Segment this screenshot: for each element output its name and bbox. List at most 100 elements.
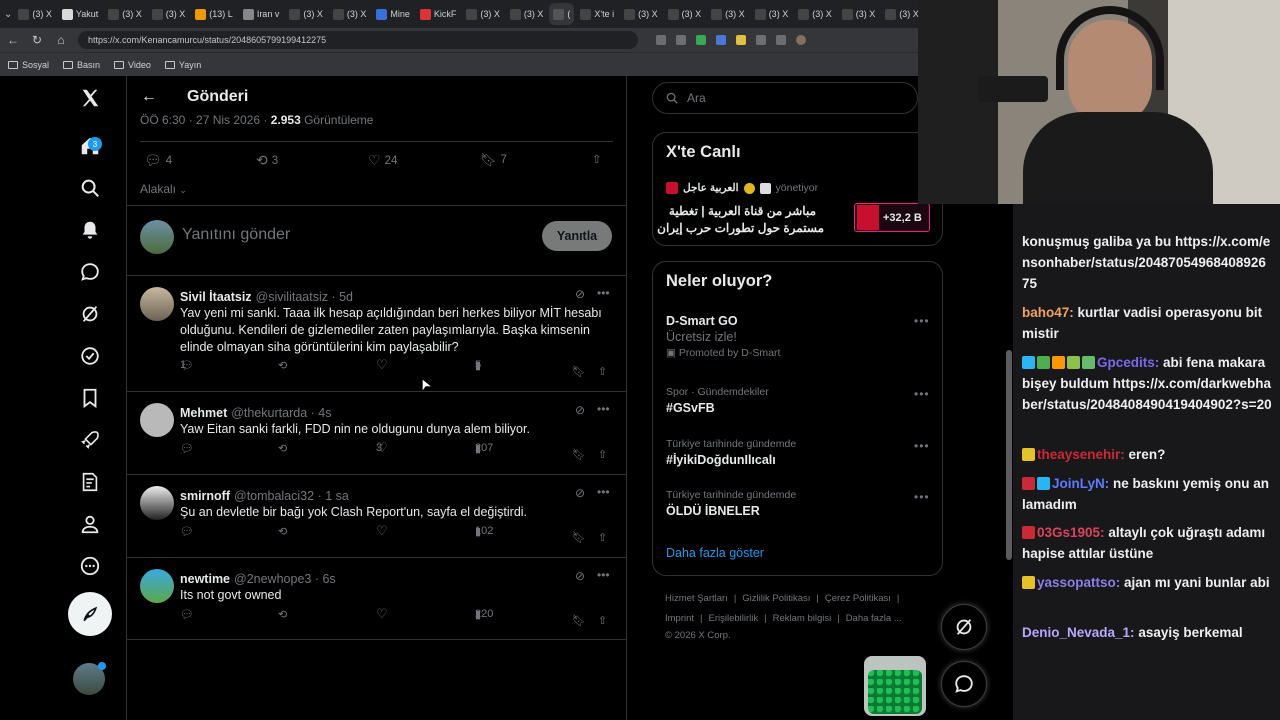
chat-username[interactable]: Denio_Nevada_1: (1022, 625, 1135, 640)
browser-tab[interactable]: ( (549, 3, 575, 25)
more-options-icon[interactable]: ••• (914, 314, 930, 328)
extension-icon[interactable] (656, 35, 666, 45)
more-options-icon[interactable]: ••• (914, 490, 930, 504)
author-handle[interactable]: @2newhope3 · 6s (234, 572, 336, 586)
browser-tab[interactable]: (3) X (664, 3, 706, 25)
notifications-bell-icon[interactable] (78, 218, 102, 242)
more-options-icon[interactable]: ••• (597, 402, 610, 416)
share-icon[interactable]: ⇧ (598, 614, 607, 627)
author-name[interactable]: newtime (180, 572, 230, 586)
grok-chat-icon[interactable] (78, 260, 102, 284)
footer-link[interactable]: Erişilebilirlik (709, 613, 759, 624)
more-options-icon[interactable]: ••• (597, 485, 610, 499)
chat-username[interactable]: Gpcedits: (1097, 355, 1159, 370)
search-input[interactable]: Ara (652, 82, 918, 114)
browser-tab[interactable]: (3) X (794, 3, 836, 25)
more-options-icon[interactable] (78, 554, 102, 578)
browser-tab[interactable]: (3) X (462, 3, 504, 25)
browser-tab[interactable]: (3) X (285, 3, 327, 25)
trend-item[interactable]: Türkiye tarihinde gündemde #İyikiDoğdunIl… (666, 438, 936, 467)
extension-icon[interactable] (776, 35, 786, 45)
more-options-icon[interactable]: ••• (597, 568, 610, 582)
author-name[interactable]: Mehmet (180, 406, 227, 420)
chat-scrollbar[interactable] (1006, 350, 1012, 560)
reply-input[interactable]: Yanıtını gönder (182, 226, 290, 244)
browser-tab[interactable]: KickF (416, 3, 461, 25)
browser-tab[interactable]: (3) X (881, 3, 918, 25)
back-arrow-icon[interactable]: ← (6, 33, 20, 47)
bookmark-icon[interactable]: 🔖︎ (572, 614, 586, 627)
extension-icon[interactable] (756, 35, 766, 45)
articles-icon[interactable] (78, 470, 102, 494)
more-options-icon[interactable]: ••• (914, 387, 930, 401)
footer-link[interactable]: Hizmet Şartları (665, 593, 728, 604)
browser-tab[interactable]: Yakut (58, 3, 102, 25)
show-more-link[interactable]: Daha fazla göster (666, 546, 764, 560)
grok-icon[interactable]: ⊘ (575, 486, 585, 500)
browser-tab[interactable]: (3) X (506, 3, 548, 25)
author-handle[interactable]: @sivilitaatsiz · 5d (256, 290, 353, 304)
bookmark-button[interactable]: 🔖︎ 7 (480, 152, 507, 168)
grok-icon[interactable] (78, 302, 102, 326)
explore-search-icon[interactable] (78, 176, 102, 200)
home-icon[interactable]: ⌂ (54, 33, 68, 47)
author-name[interactable]: smirnoff (180, 489, 230, 503)
bookmark-folder-basin[interactable]: Basın (63, 60, 100, 70)
bookmark-folder-video[interactable]: Video (114, 60, 151, 70)
browser-tab[interactable]: (3) X (104, 3, 146, 25)
reload-icon[interactable]: ↻ (30, 33, 44, 47)
grok-icon[interactable]: ⊘ (575, 569, 585, 583)
bookmark-icon[interactable]: 🔖︎ (572, 365, 586, 378)
browser-tab[interactable]: Mine (372, 3, 414, 25)
grok-floating-button[interactable] (941, 604, 987, 650)
avatar[interactable] (140, 403, 174, 437)
footer-link[interactable]: Daha fazla ... (846, 613, 902, 624)
trend-item[interactable]: Spor · Gündemdekiler #GSvFB (666, 386, 936, 415)
browser-tab[interactable]: (3) X (620, 3, 662, 25)
more-options-icon[interactable]: ••• (914, 439, 930, 453)
browser-tab[interactable]: (3) X (751, 3, 793, 25)
author-handle[interactable]: @thekurtarda · 4s (231, 406, 331, 420)
avatar[interactable] (140, 569, 174, 603)
tab-list-icon[interactable]: ⌄ (4, 9, 12, 20)
profile-avatar-icon[interactable] (796, 35, 806, 45)
messages-floating-button[interactable] (941, 661, 987, 707)
browser-tab[interactable]: Iran v (239, 3, 284, 25)
browser-tab[interactable]: (3) X (329, 3, 371, 25)
footer-link[interactable]: Gizlilik Politikası (742, 593, 810, 604)
share-icon[interactable]: ⇧ (598, 365, 607, 378)
url-field[interactable]: https://x.com/Kenancamurcu/status/204860… (78, 31, 638, 49)
reply-button[interactable]: 💬︎ 4 (144, 152, 172, 169)
sort-dropdown[interactable]: Alakalı ⌄ (140, 182, 187, 196)
verified-check-icon[interactable] (78, 344, 102, 368)
footer-link[interactable]: Çerez Politikası (825, 593, 891, 604)
avatar[interactable] (140, 287, 174, 321)
rocket-icon[interactable] (78, 428, 102, 452)
share-icon[interactable]: ⇧ (598, 448, 607, 461)
share-icon[interactable]: ⇧ (598, 531, 607, 544)
chat-username[interactable]: JoinLyN: (1052, 476, 1109, 491)
share-icon[interactable]: ⇧ (592, 152, 602, 166)
footer-link[interactable]: Imprint (665, 613, 694, 624)
bookmark-folder-sosyal[interactable]: Sosyal (8, 60, 49, 70)
footer-link[interactable]: Reklam bilgisi (773, 613, 832, 624)
compose-post-button[interactable] (68, 592, 112, 636)
extension-icon[interactable] (676, 35, 686, 45)
browser-tab[interactable]: (3) X (14, 3, 56, 25)
bookmark-folder-yayin[interactable]: Yayın (164, 60, 201, 70)
repost-button[interactable]: ⟲ 3 (256, 152, 278, 169)
browser-tab[interactable]: (3) X (707, 3, 749, 25)
trend-item[interactable]: D-Smart GO Ücretsiz izle! ▣ Promoted by D-… (666, 314, 936, 359)
extension-icon[interactable] (716, 35, 726, 45)
browser-tab[interactable]: X'te i (576, 3, 618, 25)
browser-tab[interactable]: (13) L (191, 3, 237, 25)
chat-username[interactable]: 03Gs1905: (1037, 525, 1105, 540)
chat-username[interactable]: baho47: (1022, 305, 1074, 320)
author-name[interactable]: Sivil İtaatsiz (180, 290, 252, 304)
live-viewer-count[interactable]: +32,2 B (854, 203, 930, 232)
x-logo-icon[interactable] (78, 86, 102, 110)
author-handle[interactable]: @tombalaci32 · 1 sa (234, 489, 349, 503)
browser-tab[interactable]: (3) X (148, 3, 190, 25)
more-options-icon[interactable]: ••• (597, 286, 610, 300)
back-arrow-icon[interactable]: ← (141, 88, 157, 106)
